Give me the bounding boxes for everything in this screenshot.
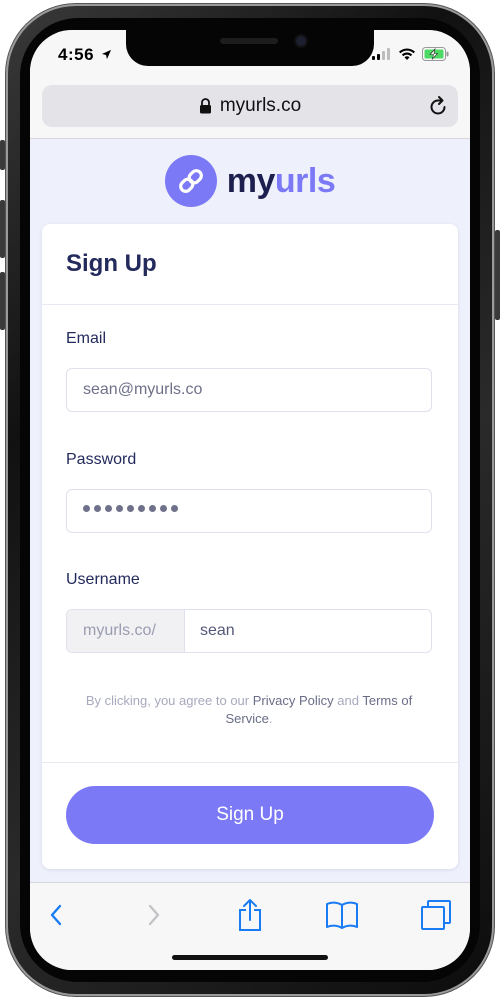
username-field[interactable]: myurls.co/ sean [66,609,432,653]
url-text: myurls.co [219,95,302,116]
power-button [495,230,500,320]
link-icon [164,155,217,207]
status-time-text: 4:56 [58,45,95,64]
brand-logo[interactable]: myurls [30,148,470,214]
share-button[interactable] [230,895,270,935]
email-field[interactable]: sean@myurls.co [66,368,432,412]
front-camera [296,36,306,46]
password-masked-value [83,505,178,512]
password-dot [138,505,145,512]
forward-button[interactable] [134,895,174,935]
username-label: Username [66,571,140,588]
username-value: sean [200,622,235,639]
form-title: Sign Up [66,250,157,277]
privacy-policy-link[interactable]: Privacy Policy [253,693,334,708]
password-dot [83,505,90,512]
agreement-and: and [333,693,363,708]
card-header: Sign Up [42,224,458,305]
password-dot [94,505,101,512]
username-prefix: myurls.co/ [67,610,185,652]
sign-up-button[interactable]: Sign Up [66,786,434,844]
status-indicators [372,47,450,61]
lock-icon [199,98,211,114]
address-bar[interactable]: myurls.co [42,85,458,127]
tabs-icon [421,900,451,930]
home-indicator [172,955,328,960]
password-dot [116,505,123,512]
share-icon [239,899,261,931]
battery-charging-icon [422,47,449,61]
password-dot [127,505,134,512]
brand-name: myurls [227,162,336,201]
password-dot [105,505,112,512]
password-dot [149,505,156,512]
bookmarks-icon [326,901,358,929]
volume-up-button [0,200,5,258]
forward-icon [148,904,160,926]
signup-card: Sign Up Email sean@myurls.co Password Us… [42,224,458,869]
location-arrow-icon [102,49,112,60]
reload-icon[interactable] [428,95,448,117]
password-label: Password [66,451,137,468]
status-time: 4:56 [58,45,112,65]
agreement-prefix: By clicking, you agree to our [85,693,253,708]
tabs-button[interactable] [416,895,456,935]
card-divider [42,762,458,763]
agreement-period: . [268,711,273,726]
username-prefix-text: myurls.co/ [83,622,156,639]
back-button[interactable] [36,895,76,935]
email-label: Email [66,330,107,347]
cellular-signal-icon [372,48,390,60]
phone-screen: 4:56 myurls.co myurls Sign Up Email sean… [30,30,470,970]
password-dot [171,505,178,512]
password-dot [160,505,167,512]
agreement-text: By clicking, you agree to our Privacy Po… [66,692,432,728]
browser-chrome: myurls.co [30,82,470,139]
bookmarks-button[interactable] [322,895,362,935]
speaker [220,38,278,44]
brand-name-part1: my [226,161,276,200]
brand-name-part2: urls [274,161,336,200]
volume-down-button [0,272,5,330]
email-value: sean@myurls.co [83,381,203,398]
back-icon [50,904,62,926]
password-field[interactable] [66,489,432,533]
mute-switch [0,140,5,170]
wifi-icon [399,47,415,60]
notch [126,30,374,66]
